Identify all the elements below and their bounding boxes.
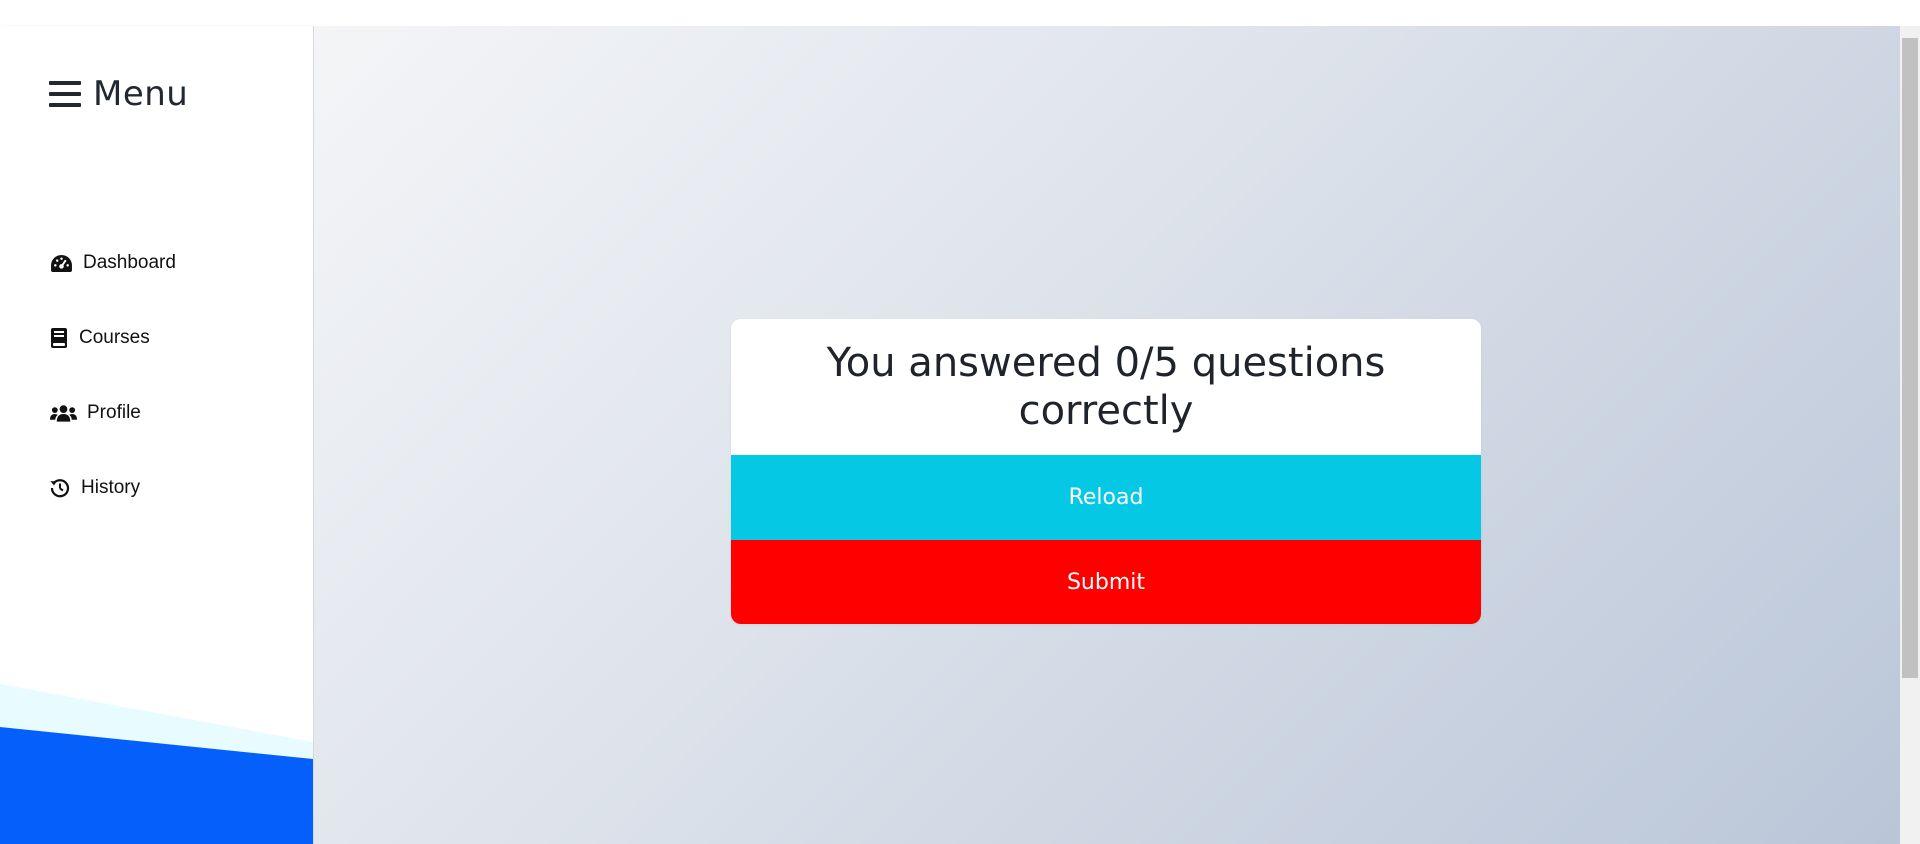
result-card: You answered 0/5 questions correctly Rel… [731,319,1481,624]
reload-button[interactable]: Reload [731,455,1481,540]
result-text: You answered 0/5 questions correctly [826,340,1386,434]
dashboard-gauge-icon [49,251,73,275]
menu-title: Menu [93,74,189,114]
sidebar-item-label: Profile [87,402,141,423]
sidebar-item-courses[interactable]: Courses [49,315,176,361]
scrollbar-thumb[interactable] [1902,38,1918,678]
sidebar-item-history[interactable]: History [49,465,176,511]
sidebar-item-dashboard[interactable]: Dashboard [49,240,176,286]
main-content: You answered 0/5 questions correctly Rel… [314,26,1900,844]
result-header: You answered 0/5 questions correctly [731,319,1481,455]
sidebar-wave-decoration [0,684,313,844]
hamburger-icon[interactable] [49,81,81,107]
book-icon [49,326,69,350]
submit-button[interactable]: Submit [731,540,1481,624]
sidebar-item-label: History [81,477,141,498]
history-icon [49,476,71,500]
sidebar-item-label: Dashboard [83,252,176,273]
sidebar-item-label: Courses [79,327,150,348]
sidebar-item-profile[interactable]: Profile [49,390,176,436]
sidebar-nav: Dashboard Courses Profile History [49,240,176,540]
app-root: Menu Dashboard Courses Profile History Y… [0,26,1900,844]
sidebar: Menu Dashboard Courses Profile History [0,26,314,844]
menu-header[interactable]: Menu [49,74,188,114]
vertical-scrollbar[interactable] [1900,26,1920,844]
users-icon [49,401,77,425]
